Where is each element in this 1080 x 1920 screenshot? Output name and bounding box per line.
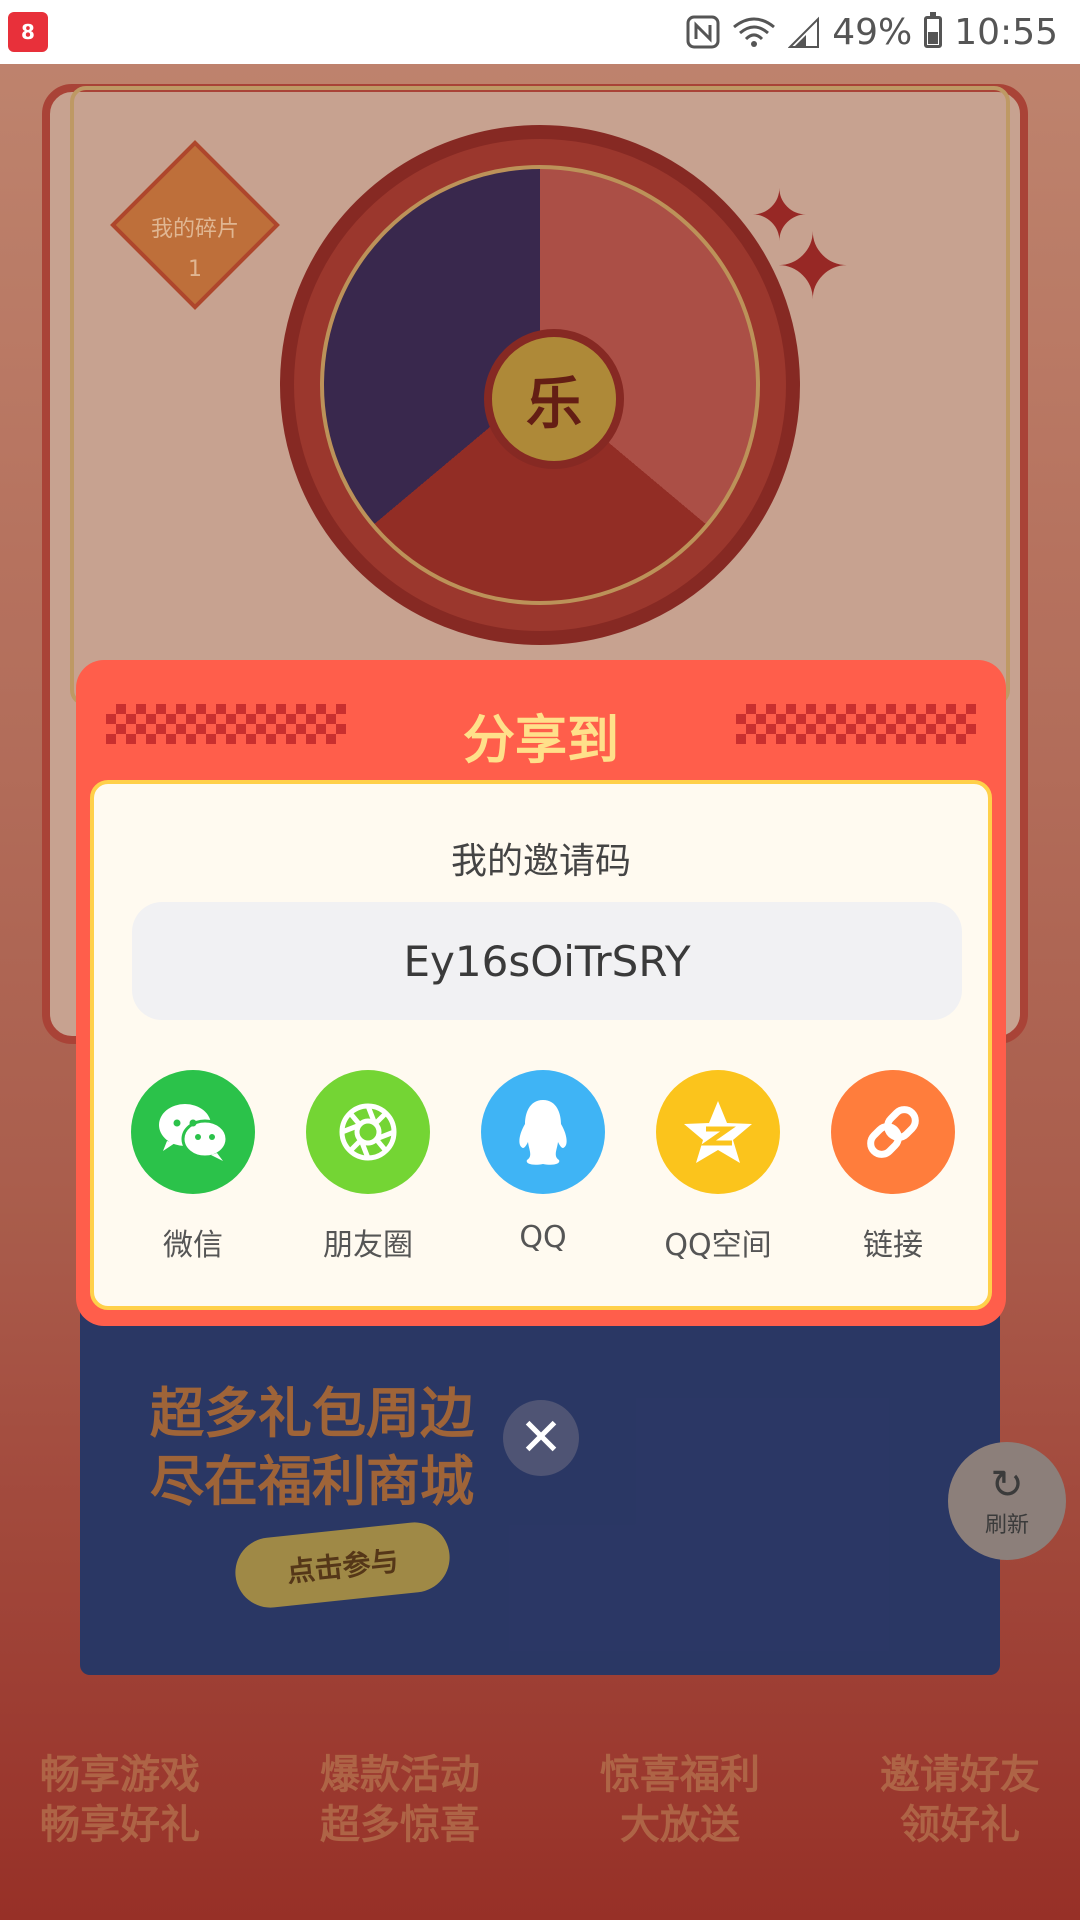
app-logo-text: 8 (21, 20, 35, 44)
share-qq-button[interactable]: QQ (478, 1070, 608, 1264)
moments-icon (306, 1070, 430, 1194)
share-dialog-body: 我的邀请码 Ey16sOiTrSRY 微信 朋友圈 QQ QQ空间 链接 (90, 780, 992, 1310)
share-dialog: 分享到 我的邀请码 Ey16sOiTrSRY 微信 朋友圈 QQ QQ空间 链接 (76, 660, 1006, 1326)
battery-percent: 49% (832, 11, 913, 53)
qzone-icon (656, 1070, 780, 1194)
share-link-button[interactable]: 链接 (828, 1070, 958, 1264)
wifi-icon (732, 15, 776, 49)
refresh-button[interactable]: ↻ 刷新 (948, 1442, 1066, 1560)
share-wechat-button[interactable]: 微信 (128, 1070, 258, 1264)
wechat-icon (131, 1070, 255, 1194)
share-qq-label: QQ (519, 1220, 567, 1255)
status-bar: 8 49% 10:55 (0, 0, 1080, 64)
status-indicators: 49% 10:55 (686, 12, 1058, 53)
app-logo-icon: 8 (8, 12, 48, 52)
refresh-icon: ↻ (990, 1462, 1024, 1508)
share-dialog-title: 分享到 (462, 711, 619, 771)
share-moments-button[interactable]: 朋友圈 (303, 1070, 433, 1264)
signal-icon (788, 15, 820, 49)
battery-icon (924, 12, 943, 48)
share-wechat-label: 微信 (163, 1228, 223, 1263)
close-icon: ✕ (519, 1408, 563, 1468)
share-qzone-label: QQ空间 (664, 1228, 772, 1263)
clock: 10:55 (954, 11, 1058, 53)
link-icon (831, 1070, 955, 1194)
share-moments-label: 朋友圈 (323, 1228, 413, 1263)
share-link-label: 链接 (863, 1228, 923, 1263)
nfc-icon (686, 15, 720, 49)
share-qzone-button[interactable]: QQ空间 (653, 1070, 783, 1264)
share-targets: 微信 朋友圈 QQ QQ空间 链接 (128, 1070, 958, 1264)
refresh-label: 刷新 (984, 1513, 1029, 1538)
qq-icon (481, 1070, 605, 1194)
close-dialog-button[interactable]: ✕ (503, 1400, 579, 1476)
invite-code-value: Ey16sOiTrSRY (403, 936, 691, 986)
invite-code-label: 我的邀请码 (450, 841, 631, 882)
invite-code-field[interactable]: Ey16sOiTrSRY (132, 902, 962, 1020)
